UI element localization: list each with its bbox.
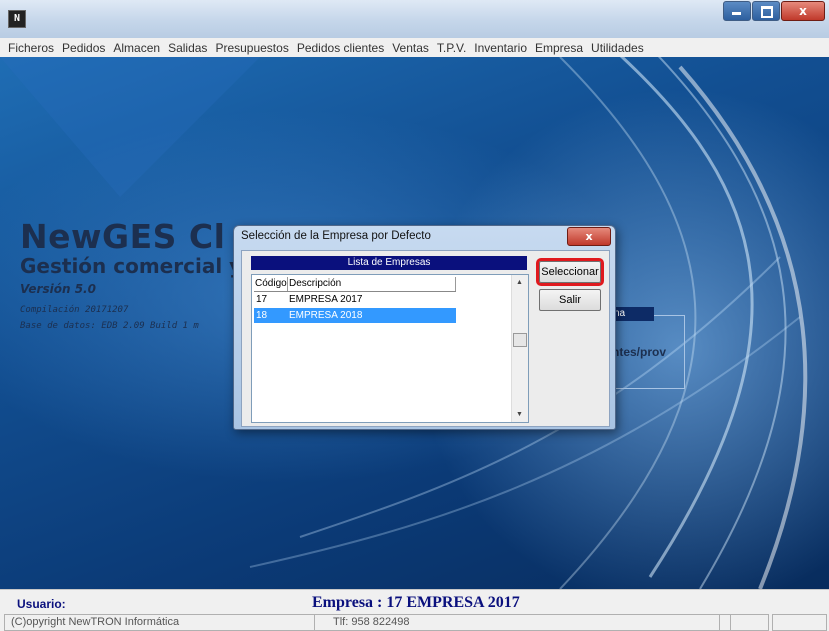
menu-ficheros[interactable]: Ficheros <box>0 41 58 55</box>
dialog-body: Lista de Empresas Código Descripción 17 … <box>241 250 610 427</box>
scroll-thumb[interactable] <box>513 333 527 347</box>
dialog-close-button[interactable]: x <box>567 227 611 246</box>
app-brand-title: NewGES Cl <box>20 217 226 256</box>
row-code: 18 <box>256 310 268 321</box>
app-brand-subtitle: Gestión comercial y <box>20 254 243 278</box>
list-item[interactable]: 17 EMPRESA 2017 <box>254 292 456 307</box>
minimize-button[interactable] <box>723 1 751 21</box>
app-compilation: Compilación 20171207 <box>20 305 129 315</box>
window-title-bar: N x <box>0 0 829 38</box>
status-panel-empty <box>719 614 769 631</box>
menu-tpv[interactable]: T.P.V. <box>433 41 470 55</box>
menu-bar: Ficheros Pedidos Almacen Salidas Presupu… <box>0 38 829 58</box>
select-company-dialog: Selección de la Empresa por Defecto x Li… <box>233 225 616 430</box>
background-panel-label: ntes/prov <box>612 345 667 359</box>
status-phone: Tlf: 958 822498 <box>314 614 731 631</box>
company-list-title: Lista de Empresas <box>251 256 527 270</box>
menu-empresa[interactable]: Empresa <box>531 41 587 55</box>
column-header-description[interactable]: Descripción <box>288 277 456 291</box>
company-list[interactable]: Código Descripción 17 EMPRESA 2017 18 EM… <box>251 274 529 423</box>
scroll-up-icon[interactable]: ▲ <box>516 279 523 286</box>
status-panels: (C)opyright NewTRON Informática Tlf: 958… <box>4 614 827 631</box>
maximize-icon <box>761 6 773 18</box>
list-item-selected[interactable]: 18 EMPRESA 2018 <box>254 308 456 323</box>
menu-salidas[interactable]: Salidas <box>164 41 211 55</box>
minimize-icon <box>732 12 741 15</box>
close-window-button[interactable]: x <box>781 1 825 21</box>
row-description: EMPRESA 2018 <box>289 310 363 321</box>
app-icon[interactable]: N <box>8 10 26 28</box>
close-icon: x <box>799 4 807 18</box>
scroll-down-icon[interactable]: ▼ <box>516 411 523 418</box>
exit-button[interactable]: Salir <box>539 289 601 311</box>
company-list-header: Código Descripción <box>254 277 456 292</box>
menu-inventario[interactable]: Inventario <box>470 41 531 55</box>
status-user-label: Usuario: <box>17 597 66 611</box>
select-button[interactable]: Seleccionar <box>536 258 604 286</box>
list-scrollbar[interactable]: ▲ ▼ <box>511 275 528 422</box>
window-controls: x <box>722 1 825 21</box>
status-current-company: Empresa : 17 EMPRESA 2017 <box>312 594 520 611</box>
menu-pedidos[interactable]: Pedidos <box>58 41 109 55</box>
column-header-code[interactable]: Código <box>254 277 288 291</box>
app-version: Versión 5.0 <box>20 282 96 296</box>
status-copyright: (C)opyright NewTRON Informática <box>4 614 315 631</box>
row-description: EMPRESA 2017 <box>289 294 363 305</box>
menu-pedidos-clientes[interactable]: Pedidos clientes <box>293 41 388 55</box>
menu-presupuestos[interactable]: Presupuestos <box>211 41 292 55</box>
dialog-title: Selección de la Empresa por Defecto <box>241 230 431 242</box>
status-panel-empty <box>772 614 827 631</box>
maximize-button[interactable] <box>752 1 780 21</box>
background-panel-banner: na <box>612 307 654 321</box>
status-bar: Usuario: Empresa : 17 EMPRESA 2017 (C)op… <box>0 589 829 631</box>
menu-almacen[interactable]: Almacen <box>109 41 164 55</box>
app-database-info: Base de datos: EDB 2.09 Build 1 m <box>20 321 199 331</box>
row-code: 17 <box>256 294 268 305</box>
menu-utilidades[interactable]: Utilidades <box>587 41 648 55</box>
menu-ventas[interactable]: Ventas <box>388 41 433 55</box>
